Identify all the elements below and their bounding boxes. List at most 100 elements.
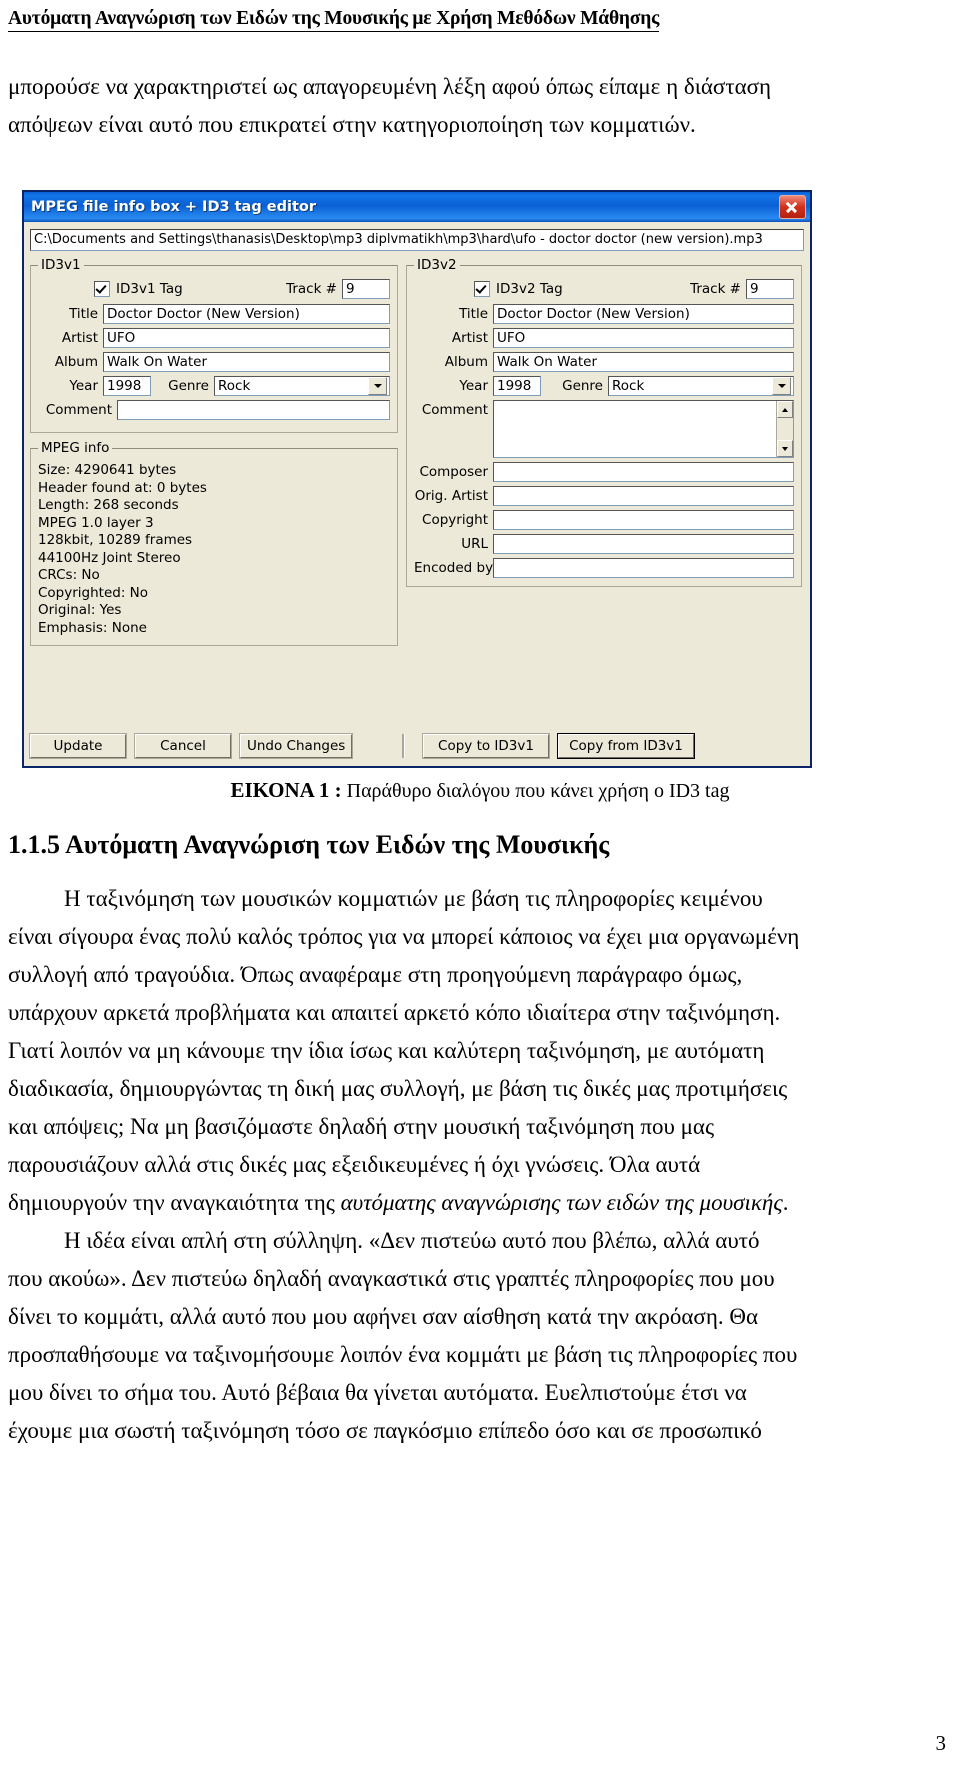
close-icon[interactable] bbox=[779, 195, 806, 219]
id3v2-track-label: Track # bbox=[690, 281, 741, 297]
body-line: που ακούω». Δεν πιστεύω δηλαδή αναγκαστι… bbox=[8, 1266, 775, 1291]
button-row-divider bbox=[402, 734, 405, 758]
id3v1-group-label: ID3v1 bbox=[41, 257, 81, 273]
id3v1-comment-row: Comment bbox=[38, 400, 390, 420]
id3v2-year-label: Year bbox=[459, 378, 488, 394]
right-button-group: Copy to ID3v1 Copy from ID3v1 bbox=[422, 733, 695, 759]
dialog-button-row: Update Cancel Undo Changes Copy to ID3v1… bbox=[29, 733, 804, 759]
id3v2-comment-textarea[interactable] bbox=[493, 400, 794, 458]
copy-from-id3v1-button[interactable]: Copy from ID3v1 bbox=[557, 733, 695, 759]
id3v2-url-label: URL bbox=[461, 536, 488, 552]
id3v2-artist-input[interactable]: UFO bbox=[493, 328, 794, 348]
id3v2-tag-label: ID3v2 Tag bbox=[496, 281, 563, 297]
mpeg-info-line: Header found at: 0 bytes bbox=[38, 479, 207, 496]
mpeg-info-line: 44100Hz Joint Stereo bbox=[38, 549, 181, 566]
id3v1-album-label: Album bbox=[54, 354, 98, 370]
mpeg-id3-dialog-figure: MPEG file info box + ID3 tag editor C:\D… bbox=[22, 190, 812, 768]
id3v2-title-input[interactable]: Doctor Doctor (New Version) bbox=[493, 304, 794, 324]
copy-to-id3v1-button[interactable]: Copy to ID3v1 bbox=[422, 733, 550, 759]
mpeg-info-group: MPEG info Size: 4290641 bytes Header fou… bbox=[30, 440, 398, 646]
id3v2-group: ID3v2 ID3v2 Tag Track # 9 Title Doctor D… bbox=[406, 257, 802, 587]
body-line: παρουσιάζουν αλλά στις δικές μας εξειδικ… bbox=[8, 1152, 701, 1177]
body-line-italic: αυτόματης αναγνώρισης των ειδών της μουσ… bbox=[340, 1190, 783, 1215]
id3v2-encoded-by-label: Encoded by bbox=[414, 560, 494, 576]
body-line: και απόψεις; Να μη βασιζόμαστε δηλαδή στ… bbox=[8, 1114, 715, 1139]
left-button-group: Update Cancel Undo Changes bbox=[29, 733, 398, 759]
id3v1-tag-checkbox[interactable] bbox=[94, 281, 110, 297]
id3v2-album-row: Album Walk On Water bbox=[414, 352, 794, 372]
id3v2-comment-value bbox=[494, 401, 776, 457]
id3v1-genre-value: Rock bbox=[218, 378, 251, 394]
dialog-titlebar: MPEG file info box + ID3 tag editor bbox=[24, 192, 810, 222]
id3v1-genre-label: Genre bbox=[168, 378, 209, 394]
id3v2-year-input[interactable]: 1998 bbox=[493, 376, 541, 396]
id3v2-comment-row: Comment bbox=[414, 400, 794, 458]
running-header-text: Αυτόματη Αναγνώριση των Ειδών της Μουσικ… bbox=[8, 8, 659, 32]
id3v2-genre-combo[interactable]: Rock bbox=[608, 376, 794, 396]
id3v2-orig-artist-label: Orig. Artist bbox=[414, 488, 488, 504]
id3v2-album-input[interactable]: Walk On Water bbox=[493, 352, 794, 372]
mpeg-info-line: Copyrighted: No bbox=[38, 584, 149, 601]
cancel-button[interactable]: Cancel bbox=[134, 733, 232, 759]
scroll-down-icon[interactable] bbox=[777, 440, 793, 457]
id3v1-comment-label: Comment bbox=[45, 402, 112, 418]
section-heading: 1.1.5 Αυτόματη Αναγνώριση των Ειδών της … bbox=[8, 830, 610, 859]
figure-caption-text: Παράθυρο διαλόγου που κάνει χρήση ο ID3 … bbox=[341, 780, 730, 802]
undo-changes-button[interactable]: Undo Changes bbox=[238, 733, 354, 759]
id3v1-track-input[interactable]: 9 bbox=[342, 279, 390, 299]
id3v2-url-row: URL bbox=[414, 534, 794, 554]
mpeg-info-line: Size: 4290641 bytes bbox=[38, 462, 177, 478]
id3v2-comment-label: Comment bbox=[421, 402, 488, 418]
right-column: ID3v2 ID3v2 Tag Track # 9 Title Doctor D… bbox=[406, 257, 802, 646]
scroll-up-icon[interactable] bbox=[777, 401, 793, 418]
id3v2-artist-row: Artist UFO bbox=[414, 328, 794, 348]
body-line: είναι σίγουρα ένας πολύ καλός τρόπος για… bbox=[8, 924, 800, 949]
id3v2-orig-artist-input[interactable] bbox=[493, 486, 794, 506]
body-line: δίνει το κομμάτι, αλλά αυτό που μου αφήν… bbox=[8, 1304, 759, 1329]
id3v1-title-input[interactable]: Doctor Doctor (New Version) bbox=[103, 304, 390, 324]
id3v1-artist-row: Artist UFO bbox=[38, 328, 390, 348]
body-line-prefix: δημιουργούν την αναγκαιότητα της bbox=[8, 1190, 341, 1215]
id3v2-encoded-by-input[interactable] bbox=[493, 558, 794, 578]
id3v1-comment-input[interactable] bbox=[117, 400, 390, 420]
file-path-field[interactable]: C:\Documents and Settings\thanasis\Deskt… bbox=[30, 229, 804, 251]
id3v2-track-input[interactable]: 9 bbox=[746, 279, 794, 299]
update-button[interactable]: Update bbox=[29, 733, 127, 759]
id3v2-composer-row: Composer bbox=[414, 462, 794, 482]
id3v1-album-input[interactable]: Walk On Water bbox=[103, 352, 390, 372]
id3v1-artist-input[interactable]: UFO bbox=[103, 328, 390, 348]
mpeg-info-group-label: MPEG info bbox=[41, 440, 110, 456]
comment-scrollbar[interactable] bbox=[776, 401, 793, 457]
id3v2-tag-checkbox[interactable] bbox=[474, 281, 490, 297]
mpeg-info-line: MPEG 1.0 layer 3 bbox=[38, 514, 154, 531]
id3v2-composer-input[interactable] bbox=[493, 462, 794, 482]
page-number: 3 bbox=[935, 1731, 947, 1755]
id3v1-year-input[interactable]: 1998 bbox=[103, 376, 151, 396]
chevron-down-icon[interactable] bbox=[772, 377, 791, 395]
dialog-title: MPEG file info box + ID3 tag editor bbox=[31, 199, 317, 215]
id3v2-year-genre-row: Year 1998 Genre Rock bbox=[414, 376, 794, 396]
id3v2-title-row: Title Doctor Doctor (New Version) bbox=[414, 304, 794, 324]
body-line: μου δίνει το σήμα του. Αυτό βέβαια θα γί… bbox=[8, 1380, 747, 1405]
chevron-down-icon[interactable] bbox=[368, 377, 387, 395]
id3v1-title-label: Title bbox=[69, 306, 98, 322]
body-line: Η ταξινόμηση των μουσικών κομματιών με β… bbox=[64, 886, 763, 911]
id3v2-album-label: Album bbox=[444, 354, 488, 370]
id3v2-copyright-input[interactable] bbox=[493, 510, 794, 530]
id3v2-composer-label: Composer bbox=[419, 464, 488, 480]
body-line: διαδικασία, δημιουργώντας τη δική μας συ… bbox=[8, 1076, 788, 1101]
mpeg-info-line: 128kbit, 10289 frames bbox=[38, 532, 193, 548]
dialog-client-area: C:\Documents and Settings\thanasis\Deskt… bbox=[24, 222, 810, 766]
body-line: Γιατί λοιπόν να μη κάνουμε την ίδια ίσως… bbox=[8, 1038, 765, 1063]
id3v2-url-input[interactable] bbox=[493, 534, 794, 554]
id3v2-artist-label: Artist bbox=[451, 330, 488, 346]
id3v1-genre-combo[interactable]: Rock bbox=[214, 376, 390, 396]
dialog-columns: ID3v1 ID3v1 Tag Track # 9 Title Doctor D… bbox=[30, 257, 804, 646]
id3v1-tag-row: ID3v1 Tag Track # 9 bbox=[38, 279, 390, 299]
paragraph-line: απόψεων είναι αυτό που επικρατεί στην κα… bbox=[8, 112, 696, 137]
id3v2-genre-value: Rock bbox=[612, 378, 645, 394]
id3v2-group-label: ID3v2 bbox=[417, 257, 457, 273]
mpeg-info-line: CRCs: No bbox=[38, 567, 100, 583]
id3v2-genre-label: Genre bbox=[562, 378, 603, 394]
body-line: συλλογή από τραγούδια. Όπως αναφέραμε στ… bbox=[8, 962, 743, 987]
